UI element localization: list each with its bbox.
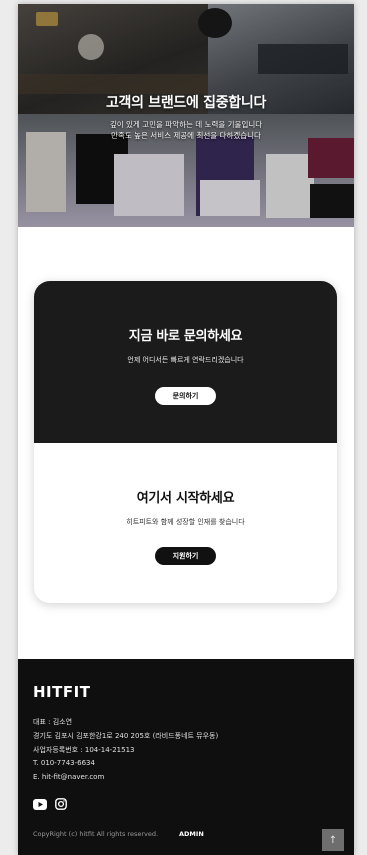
hero-subtitle-line2: 만족도 높은 서비스 제공에 최선을 다하겠습니다 <box>111 131 261 140</box>
footer-email: E. hit-fit@naver.com <box>33 773 105 781</box>
recruit-card: 여기서 시작하세요 히트피트와 함께 성장할 인재를 찾습니다 지원하기 <box>34 443 337 603</box>
footer-ceo: 대표 : 김소연 <box>33 718 73 726</box>
recruit-card-title: 여기서 시작하세요 <box>136 491 235 506</box>
contact-card-description: 언제 어디서든 빠르게 연락드리겠습니다 <box>127 356 244 364</box>
contact-button[interactable]: 문의하기 <box>155 387 216 405</box>
hero-title: 고객의 브랜드에 집중합니다 <box>105 95 267 111</box>
footer: HITFIT 대표 : 김소연 경기도 김포시 김포한강1로 240 205호 … <box>18 659 354 855</box>
recruit-card-description: 히트피트와 함께 성장할 인재를 찾습니다 <box>126 518 245 526</box>
footer-address: 경기도 김포시 김포한강1로 240 205호 (라비드퐁네트 뮤우동) <box>33 732 219 740</box>
hero-banner: 고객의 브랜드에 집중합니다 깊이 있게 고민을 파악하는 데 노력을 기울입니… <box>18 4 354 227</box>
arrow-up-icon: ↑ <box>328 834 338 846</box>
contact-card: 지금 바로 문의하세요 언제 어디서든 빠르게 연락드리겠습니다 문의하기 <box>34 281 337 443</box>
apply-button[interactable]: 지원하기 <box>155 547 216 565</box>
instagram-icon[interactable] <box>54 797 68 811</box>
cta-cards: 지금 바로 문의하세요 언제 어디서든 빠르게 연락드리겠습니다 문의하기 여기… <box>34 281 337 603</box>
hero-subtitle-line1: 깊이 있게 고민을 파악하는 데 노력을 기울입니다 <box>109 120 263 129</box>
youtube-icon[interactable] <box>33 797 47 811</box>
scroll-top-button[interactable]: ↑ <box>322 829 344 851</box>
page: 고객의 브랜드에 집중합니다 깊이 있게 고민을 파악하는 데 노력을 기울입니… <box>18 4 354 855</box>
footer-business-number: 사업자등록번호 : 104-14-21513 <box>33 746 135 754</box>
footer-logo[interactable]: HITFIT <box>33 683 90 701</box>
hero-overlay <box>18 4 354 227</box>
footer-copyright: CopyRight (c) hitfit All rights reserved… <box>33 830 159 838</box>
admin-link[interactable]: ADMIN <box>179 830 204 838</box>
footer-phone: T. 010-7743-6634 <box>33 759 95 767</box>
contact-card-title: 지금 바로 문의하세요 <box>128 329 243 344</box>
